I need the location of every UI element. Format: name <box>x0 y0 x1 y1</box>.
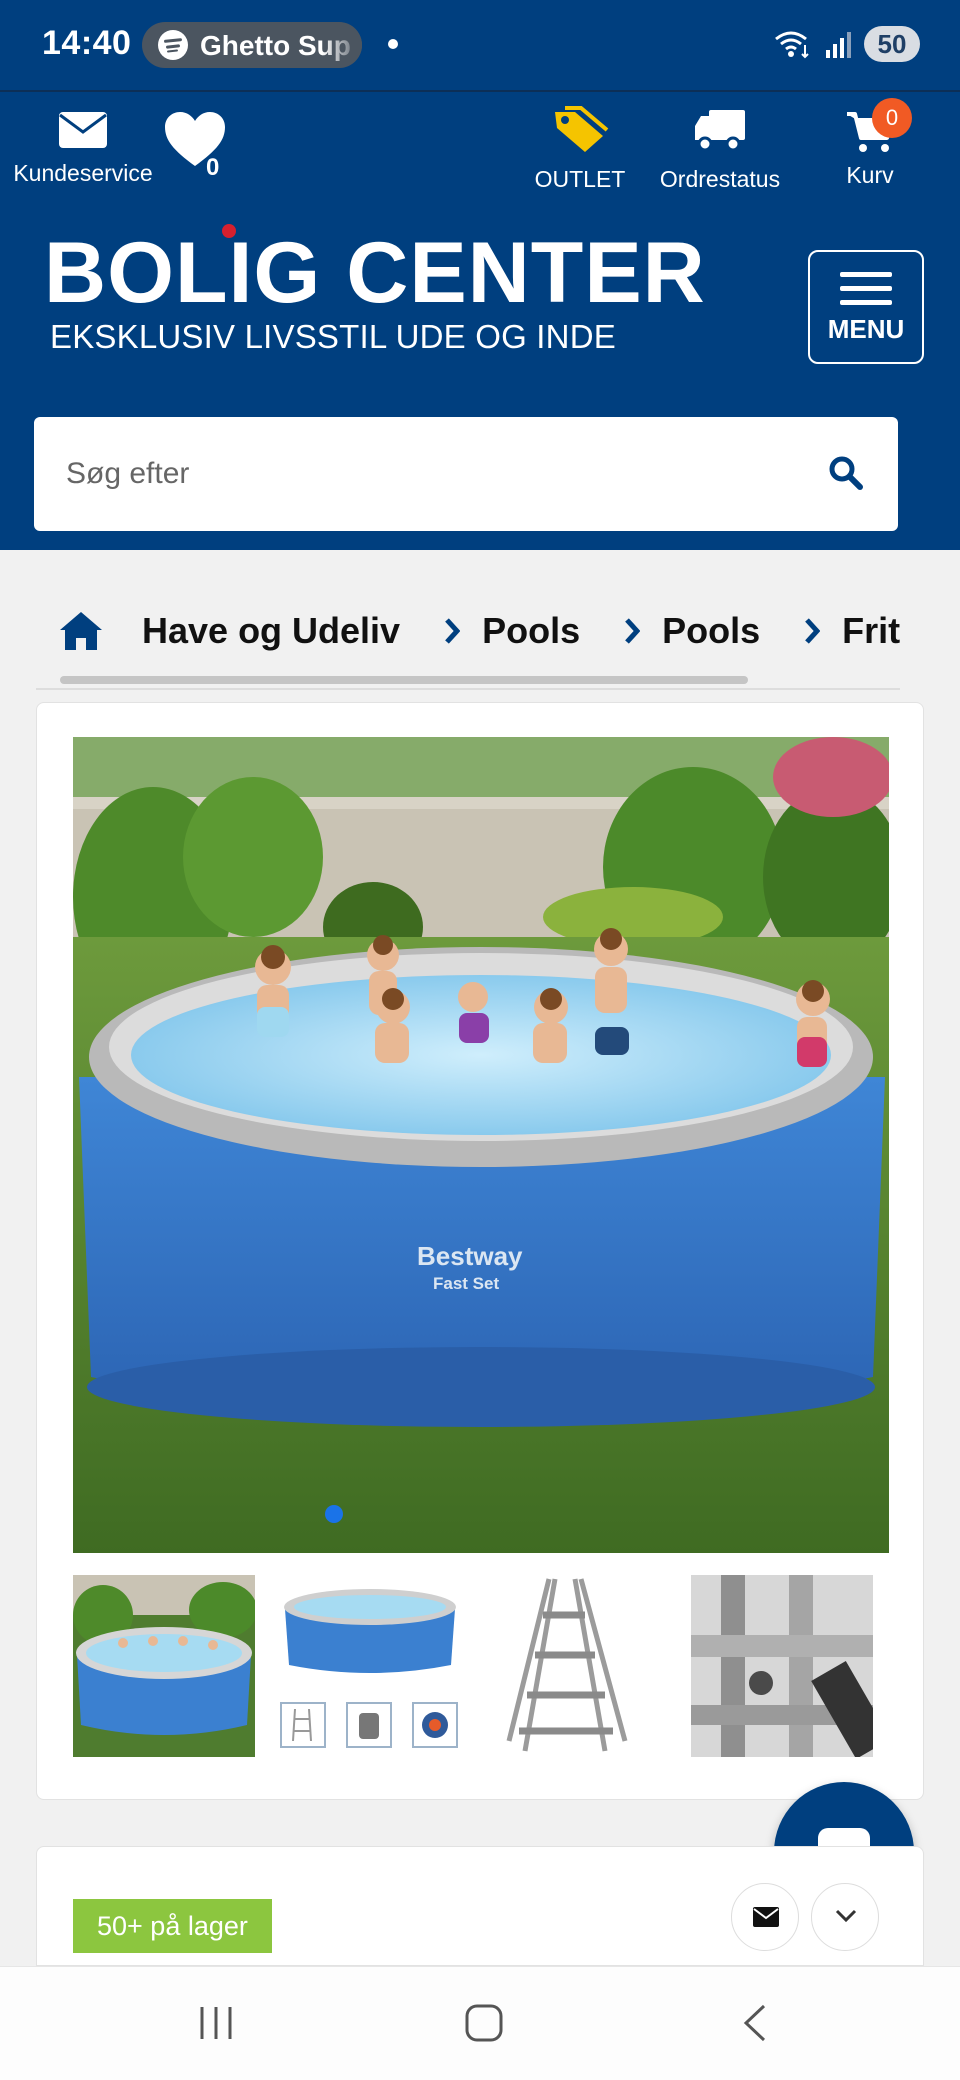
system-nav-bar <box>0 1966 960 2080</box>
breadcrumb-frits[interactable]: Frits <box>842 610 900 652</box>
search-icon[interactable] <box>828 455 864 491</box>
hamburger-icon <box>840 272 892 305</box>
cart-label: Kurv <box>846 162 894 188</box>
outlet-label: OUTLET <box>534 166 626 192</box>
order-status-link[interactable]: Ordrestatus <box>650 108 790 193</box>
customer-service-link[interactable]: Kundeservice <box>8 110 158 187</box>
home-icon[interactable] <box>58 610 104 652</box>
envelope-icon <box>753 1907 779 1927</box>
thumbnail-strip <box>73 1575 889 1757</box>
outlet-link[interactable]: OUTLET <box>530 106 630 193</box>
wishlist-toggle-button[interactable] <box>811 1883 879 1951</box>
now-playing-pill[interactable]: Ghetto Sup <box>142 22 362 68</box>
customer-service-label: Kundeservice <box>13 160 153 186</box>
status-bar: 14:40 Ghetto Sup 50 <box>0 0 960 90</box>
breadcrumb: Have og Udeliv Pools Pools Frits <box>36 600 900 690</box>
email-share-button[interactable] <box>731 1883 799 1951</box>
envelope-icon <box>59 112 107 148</box>
wishlist-link[interactable] <box>160 110 230 190</box>
chevron-right-icon <box>625 618 641 644</box>
pool-brand-text: Bestway <box>417 1241 523 1271</box>
breadcrumb-pools[interactable]: Pools <box>482 610 580 652</box>
pool-model-text: Fast Set <box>433 1274 499 1293</box>
recent-apps-icon[interactable] <box>196 2003 236 2043</box>
battery-indicator: 50 <box>864 26 920 62</box>
logo-title: BOLIG CENTER <box>44 225 706 321</box>
breadcrumb-scrollbar[interactable] <box>60 676 748 684</box>
product-gallery-card: Bestway Fast Set <box>36 702 924 1800</box>
stock-badge: 50+ på lager <box>73 1899 272 1953</box>
signal-icon <box>826 32 851 58</box>
pool-photo: Bestway Fast Set <box>73 737 889 1553</box>
breadcrumb-have-og-udeliv[interactable]: Have og Udeliv <box>142 610 400 652</box>
spotify-icon <box>158 30 188 60</box>
thumbnail-pool-accessories[interactable] <box>279 1575 461 1757</box>
search-bar <box>34 417 898 531</box>
truck-icon <box>695 110 745 152</box>
thumbnail-ladder-detail[interactable] <box>691 1575 873 1757</box>
product-info-card: 50+ på lager <box>36 1846 924 1966</box>
thumbnail-pool-family[interactable] <box>73 1575 255 1757</box>
order-status-label: Ordrestatus <box>659 166 781 192</box>
cart-count-badge: 0 <box>872 98 912 138</box>
carousel-dot-active[interactable] <box>325 1505 343 1523</box>
notification-dot <box>388 39 398 49</box>
chevron-right-icon <box>805 618 821 644</box>
home-button-icon[interactable] <box>464 2003 504 2043</box>
site-header: Kundeservice 0 OUTLET Ordrestatus Kurv 0… <box>0 90 960 550</box>
menu-button[interactable]: MENU <box>808 250 924 364</box>
wifi-icon <box>775 31 809 59</box>
logo-tagline: EKSKLUSIV LIVSSTIL UDE OG INDE <box>50 318 616 355</box>
wishlist-count: 0 <box>206 154 220 181</box>
cart-link[interactable]: Kurv 0 <box>830 98 912 189</box>
chevron-right-icon <box>445 618 461 644</box>
chevron-down-icon <box>835 1909 857 1923</box>
site-logo[interactable]: BOLIG CENTER EKSKLUSIV LIVSSTIL UDE OG I… <box>44 224 705 360</box>
tag-icon <box>555 106 609 152</box>
back-icon[interactable] <box>736 2003 776 2043</box>
menu-label: MENU <box>827 314 905 344</box>
product-main-image[interactable]: Bestway Fast Set <box>73 737 889 1553</box>
thumbnail-ladder[interactable] <box>485 1575 667 1757</box>
breadcrumb-pools-sub[interactable]: Pools <box>662 610 760 652</box>
status-time: 14:40 <box>42 24 132 62</box>
logo-red-dot <box>222 224 236 238</box>
search-input[interactable] <box>66 417 806 531</box>
